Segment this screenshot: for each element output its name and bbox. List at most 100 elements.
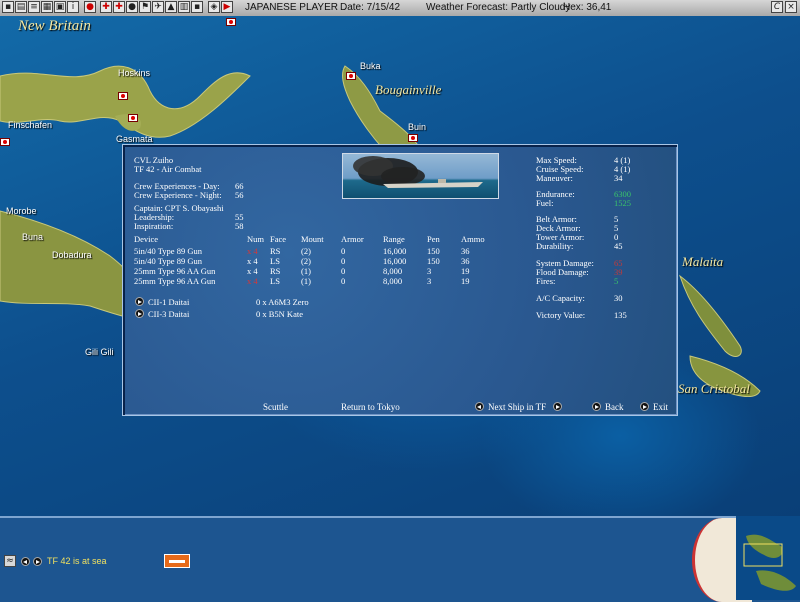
weather-label: Weather Forecast: Partly Cloudy: [426, 2, 571, 13]
town-finschafen[interactable]: Finschafen: [8, 120, 52, 130]
device-num: x 4: [247, 266, 258, 276]
next-ship-label[interactable]: Next Ship in TF: [488, 402, 546, 412]
cross-icon[interactable]: ✚: [100, 1, 112, 13]
device-face: RS: [270, 246, 281, 256]
task-force-label: TF 42 - Air Combat: [134, 164, 202, 174]
device-name: 25mm Type 96 AA Gun: [134, 276, 216, 286]
device-name: 5in/40 Type 89 Gun: [134, 246, 202, 256]
stat-value: 45: [614, 241, 623, 251]
device-face: RS: [270, 266, 281, 276]
info-icon[interactable]: i: [67, 1, 79, 13]
device-range: 8,000: [383, 266, 403, 276]
close-icon[interactable]: ×: [785, 1, 797, 13]
next-ship-button[interactable]: [553, 402, 562, 411]
task-force-icon[interactable]: [164, 554, 190, 568]
device-armor: 0: [341, 246, 346, 256]
air-group-name[interactable]: CII-1 Daitai: [148, 297, 189, 307]
crew-night-value: 56: [235, 190, 244, 200]
col-armor: Armor: [341, 234, 364, 244]
device-range: 8,000: [383, 276, 403, 286]
japanese-base-icon[interactable]: [0, 138, 10, 146]
japanese-base-icon[interactable]: [128, 114, 138, 122]
japan-flag-icon[interactable]: ●: [84, 1, 96, 13]
device-mount: (2): [301, 256, 311, 266]
device-num: x 4: [247, 246, 258, 256]
list-icon[interactable]: ≡: [28, 1, 40, 13]
stat-value: 30: [614, 293, 623, 303]
air-group-aircraft: 0 x B5N Kate: [256, 309, 303, 319]
device-name: 25mm Type 96 AA Gun: [134, 266, 216, 276]
town-buka[interactable]: Buka: [360, 61, 381, 71]
device-ammo: 36: [461, 246, 470, 256]
flag-icon[interactable]: ⚑: [139, 1, 151, 13]
device-pen: 3: [427, 276, 432, 286]
stat-label: Fires:: [536, 276, 556, 286]
crew-night-label: Crew Experience - Night:: [134, 190, 222, 200]
japanese-base-icon[interactable]: [118, 92, 128, 100]
stat-label: A/C Capacity:: [536, 293, 585, 303]
back-button[interactable]: Back: [605, 402, 624, 412]
c-button[interactable]: C: [771, 1, 783, 13]
airplane-icon[interactable]: ✈: [152, 1, 164, 13]
japanese-base-icon[interactable]: [226, 18, 236, 26]
return-to-tokyo-button[interactable]: Return to Tokyo: [341, 402, 400, 412]
map-icon[interactable]: ▪: [2, 1, 14, 13]
device-range: 16,000: [383, 256, 407, 266]
town-gasmata[interactable]: Gasmata: [116, 134, 153, 144]
device-num: x 4: [247, 276, 258, 286]
device-mount: (1): [301, 266, 311, 276]
previous-ship-button[interactable]: [475, 402, 484, 411]
town-buin[interactable]: Buin: [408, 122, 426, 132]
region-new-britain: New Britain: [18, 18, 91, 34]
town-morobe[interactable]: Morobe: [6, 206, 37, 216]
red-cross-icon[interactable]: ✚: [113, 1, 125, 13]
air-group-button[interactable]: [135, 309, 144, 318]
report-icon[interactable]: ▤: [15, 1, 27, 13]
ship-picture: [342, 153, 499, 199]
town-buna[interactable]: Buna: [22, 232, 43, 242]
back-icon[interactable]: [592, 402, 601, 411]
japanese-base-icon[interactable]: [408, 134, 418, 142]
player-label: JAPANESE PLAYER: [245, 2, 338, 13]
bomb-icon[interactable]: ●: [126, 1, 138, 13]
japanese-base-icon[interactable]: [346, 72, 356, 80]
book-icon[interactable]: ▥: [178, 1, 190, 13]
ship-icon[interactable]: ▲: [165, 1, 177, 13]
town-gili-gili[interactable]: Gili Gili: [85, 347, 114, 357]
minimap[interactable]: [736, 516, 800, 600]
region-malaita: Malaita: [682, 254, 724, 269]
device-pen: 150: [427, 256, 440, 266]
exit-icon[interactable]: [640, 402, 649, 411]
exit-button[interactable]: Exit: [653, 402, 668, 412]
status-message: TF 42 is at sea: [47, 556, 107, 566]
device-armor: 0: [341, 256, 346, 266]
air-group-name[interactable]: CII-3 Daitai: [148, 309, 189, 319]
col-range: Range: [383, 234, 405, 244]
ship-detail-dialog: CVL Zuiho TF 42 - Air Combat Crew Experi…: [122, 144, 678, 416]
logo-icon[interactable]: ◈: [208, 1, 220, 13]
device-ammo: 19: [461, 266, 470, 276]
fleet-icon[interactable]: ≈: [4, 555, 16, 567]
col-ammo: Ammo: [461, 234, 485, 244]
device-mount: (1): [301, 276, 311, 286]
region-bougainville: Bougainville: [375, 82, 442, 97]
disk-icon[interactable]: ▣: [54, 1, 66, 13]
malaita-island: [679, 274, 742, 357]
camera-icon[interactable]: ▪: [191, 1, 203, 13]
inspiration-label: Inspiration:: [134, 221, 174, 231]
prev-message-button[interactable]: [21, 557, 30, 566]
town-hoskins[interactable]: Hoskins: [118, 68, 150, 78]
device-mount: (2): [301, 246, 311, 256]
stat-value: 5: [614, 276, 619, 286]
col-face: Face: [270, 234, 287, 244]
device-range: 16,000: [383, 246, 407, 256]
play-turn-icon[interactable]: ▶: [221, 1, 233, 13]
scuttle-button[interactable]: Scuttle: [263, 402, 288, 412]
stat-label: Durability:: [536, 241, 574, 251]
air-group-button[interactable]: [135, 297, 144, 306]
device-armor: 0: [341, 276, 346, 286]
town-dobadura[interactable]: Dobadura: [52, 250, 92, 260]
next-message-button[interactable]: [33, 557, 42, 566]
col-mount: Mount: [301, 234, 324, 244]
print-icon[interactable]: ▦: [41, 1, 53, 13]
